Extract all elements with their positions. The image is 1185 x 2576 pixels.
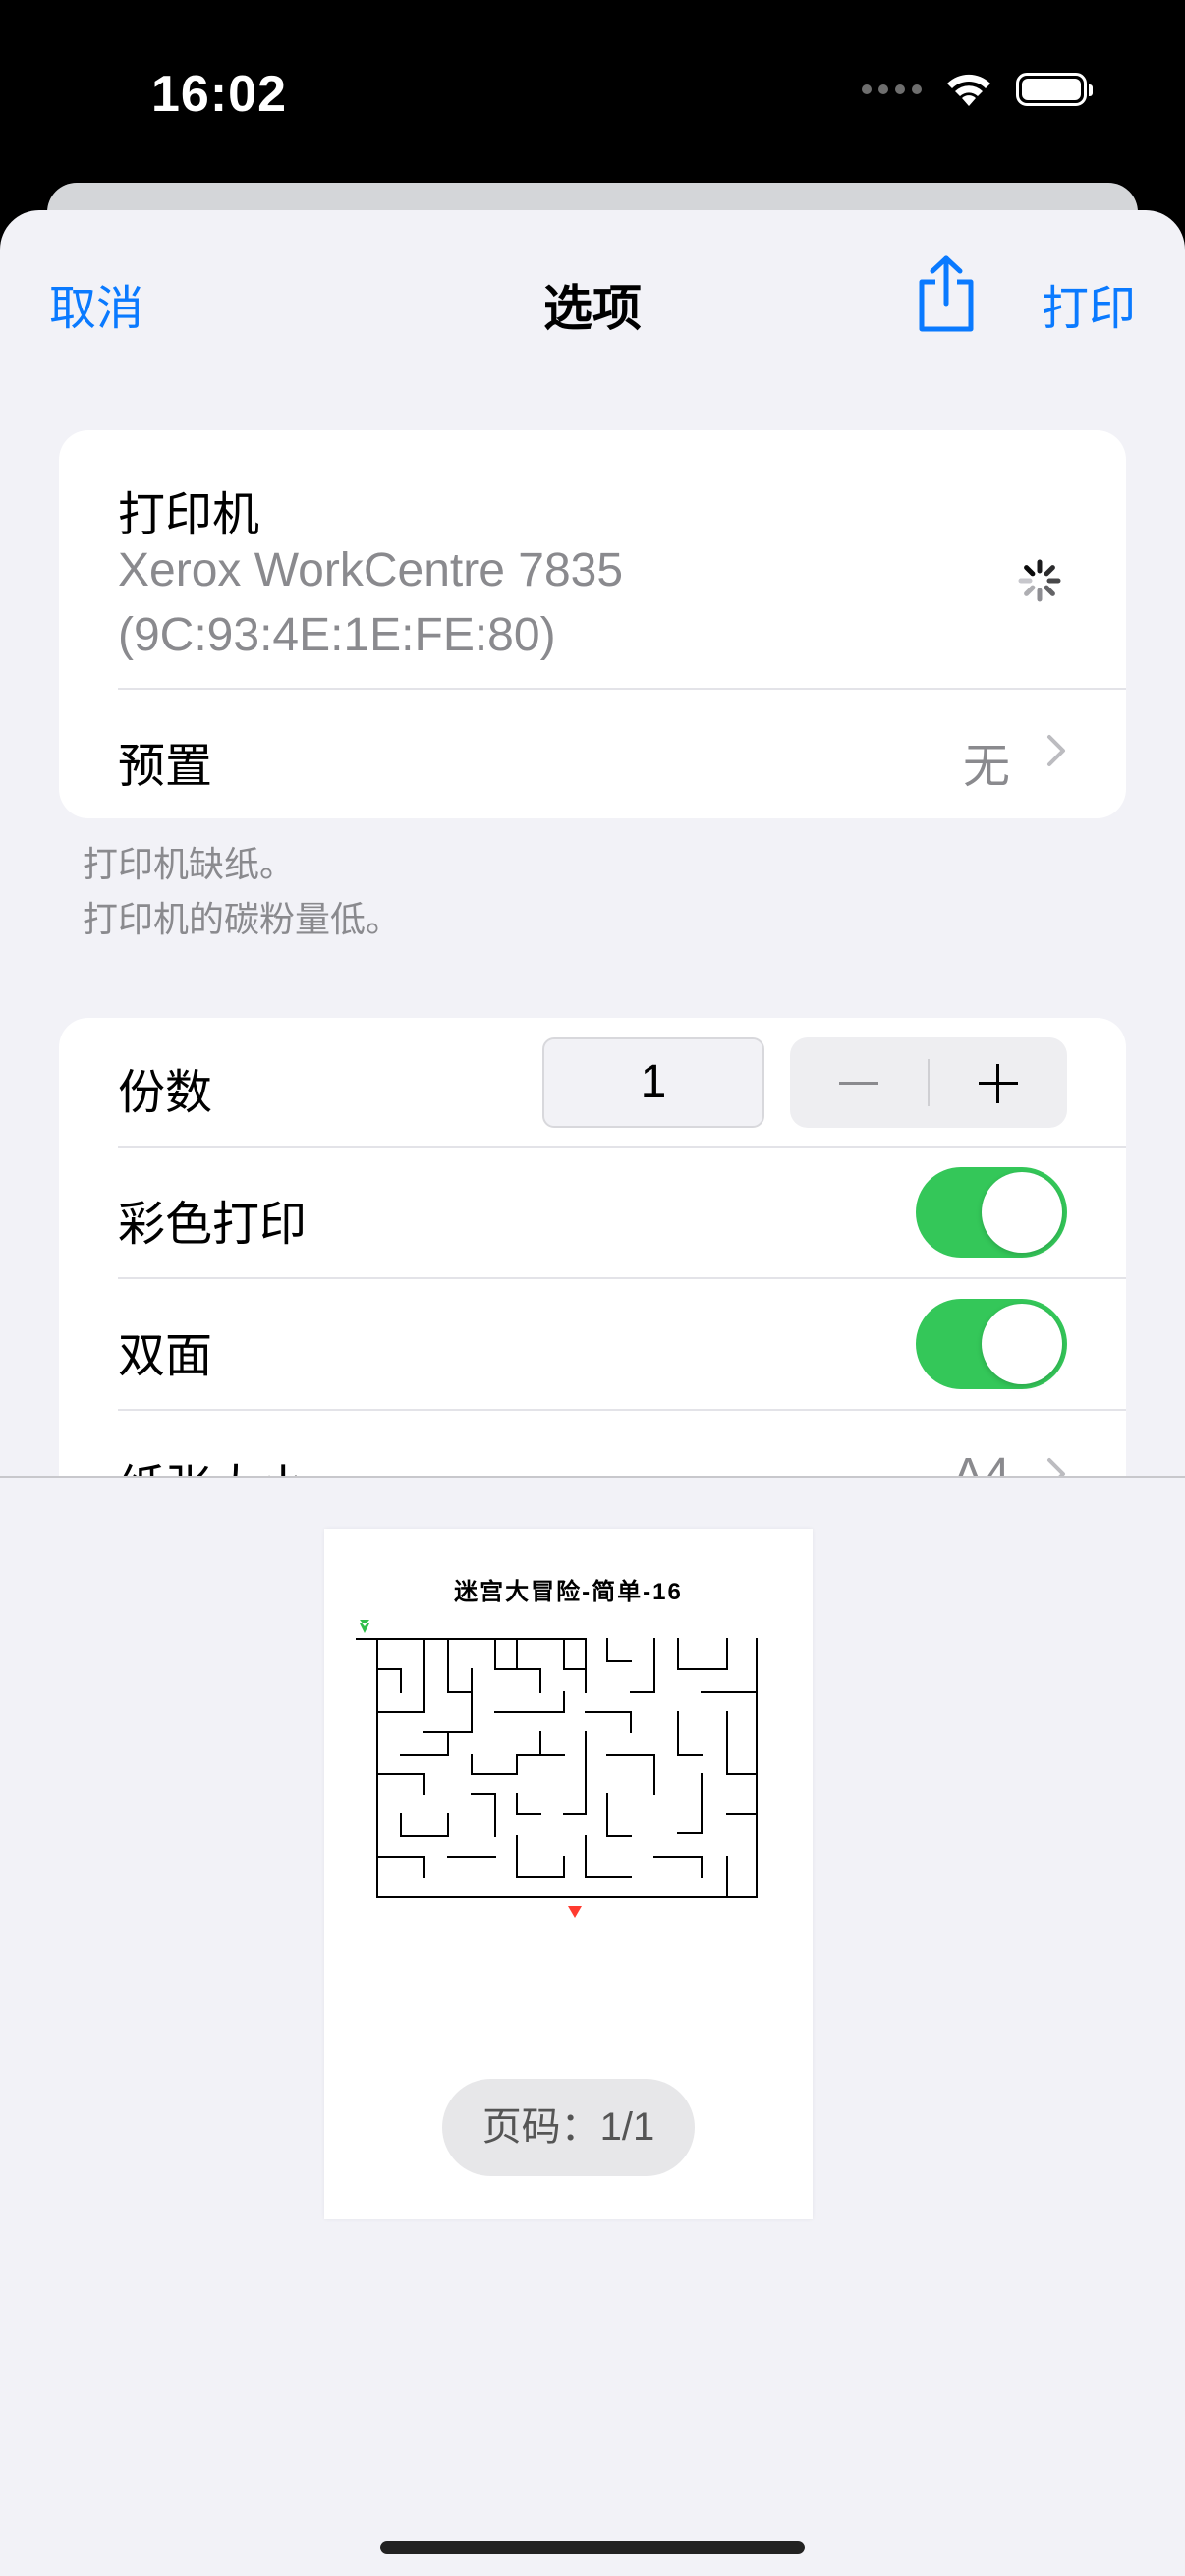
- loading-spinner-icon: [1018, 559, 1061, 602]
- printer-label: 打印机: [118, 489, 260, 541]
- copies-row: 份数 1: [59, 1018, 1126, 1146]
- preset-row[interactable]: 预置 无: [59, 690, 1126, 818]
- decrement-button[interactable]: [790, 1037, 928, 1128]
- maze-start-arrow-icon: [360, 1620, 369, 1633]
- copies-stepper: [790, 1037, 1067, 1128]
- copies-input[interactable]: 1: [542, 1037, 764, 1128]
- note-paper: 打印机缺纸。: [83, 844, 296, 884]
- color-label: 彩色打印: [118, 1199, 308, 1251]
- increment-button[interactable]: [930, 1037, 1067, 1128]
- copies-label: 份数: [118, 1067, 213, 1119]
- printer-address: (9C:93:4E:1E:FE:80): [118, 609, 556, 661]
- printer-status-notes: 打印机缺纸。 打印机的碳粉量低。: [83, 837, 401, 947]
- share-icon[interactable]: [912, 254, 981, 333]
- chevron-right-icon: [1047, 735, 1065, 766]
- note-toner: 打印机的碳粉量低。: [83, 899, 402, 939]
- preset-value: 无: [962, 741, 1010, 793]
- printer-row[interactable]: 打印机 Xerox WorkCentre 7835 (9C:93:4E:1E:F…: [59, 430, 1126, 688]
- page-indicator: 页码：1/1: [442, 2079, 695, 2176]
- maze-end-arrow-icon: [568, 1906, 582, 1918]
- duplex-label: 双面: [118, 1330, 213, 1382]
- status-time: 16:02: [151, 66, 287, 123]
- print-preview-area: 迷宫大冒险-简单-16 页码：1/1: [0, 1476, 1185, 2576]
- home-indicator[interactable]: [380, 2541, 805, 2554]
- printer-card: 打印机 Xerox WorkCentre 7835 (9C:93:4E:1E:F…: [59, 430, 1126, 818]
- duplex-row: 双面: [59, 1279, 1126, 1409]
- color-toggle[interactable]: [916, 1167, 1067, 1258]
- printer-model: Xerox WorkCentre 7835: [118, 544, 624, 596]
- printer-name: Xerox WorkCentre 7835 (9C:93:4E:1E:FE:80…: [118, 538, 904, 668]
- color-row: 彩色打印: [59, 1148, 1126, 1277]
- duplex-toggle[interactable]: [916, 1299, 1067, 1389]
- wifi-icon: [947, 74, 990, 106]
- battery-icon: [1016, 73, 1093, 106]
- cellular-signal-icon: [862, 84, 922, 94]
- status-icons: [862, 71, 1093, 108]
- cancel-button[interactable]: 取消: [49, 269, 143, 338]
- sheet-title: 选项: [543, 281, 642, 336]
- preview-page[interactable]: 迷宫大冒险-简单-16 页码：1/1: [324, 1529, 813, 2219]
- print-button[interactable]: 打印: [1042, 269, 1136, 338]
- preset-label: 预置: [118, 741, 213, 793]
